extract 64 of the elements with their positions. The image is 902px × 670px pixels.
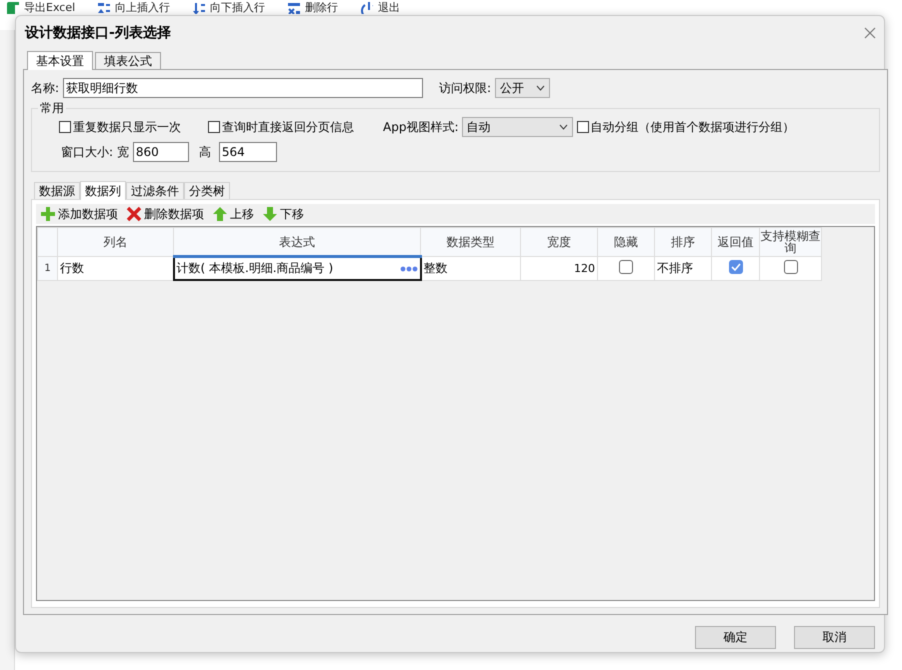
dropdown-value: 公开	[500, 80, 524, 96]
field-label: 高	[198, 144, 211, 160]
field-label: 访问权限:	[439, 80, 492, 96]
dialog-button[interactable]: 取消	[794, 626, 875, 649]
dropdown[interactable]: 自动	[462, 117, 572, 137]
delete-row-icon	[287, 1, 300, 14]
width-field[interactable]: 860	[132, 142, 189, 162]
delete-icon	[126, 206, 142, 222]
table-cell: 120	[520, 256, 598, 280]
tab[interactable]: 分类树	[184, 182, 230, 199]
spreadsheet-icon	[6, 1, 19, 14]
column-header: 数据类型	[420, 228, 520, 256]
window-title: 设计数据接口-列表选择	[25, 24, 171, 42]
checkbox[interactable]	[59, 121, 71, 133]
chevron-down-icon	[536, 85, 546, 91]
tab[interactable]: 填表公式	[95, 52, 161, 69]
row-number: 1	[38, 256, 58, 280]
checkbox-label: 查询时直接返回分页信息	[222, 118, 354, 136]
more-icon[interactable]	[400, 266, 418, 272]
column-header: 返回值	[712, 228, 760, 256]
tab[interactable]: 过滤条件	[126, 182, 184, 199]
column-header: 表达式	[174, 228, 420, 256]
checkbox[interactable]	[728, 260, 742, 274]
toolbar-label[interactable]: 导出Excel	[24, 1, 76, 14]
column-header: 列名	[58, 228, 174, 256]
toolbar-button[interactable]: 上移	[212, 206, 254, 222]
power-icon	[360, 1, 374, 14]
insert-row-above-icon	[97, 1, 110, 14]
dialog-button[interactable]: 确定	[695, 626, 776, 649]
close-icon[interactable]	[864, 27, 876, 39]
checkbox-label: 自动分组（使用首个数据项进行分组）	[590, 118, 794, 136]
height-field[interactable]: 564	[218, 142, 277, 162]
toolbar-label[interactable]: 退出	[378, 1, 400, 14]
table-cell: 不排序	[654, 256, 712, 280]
tab[interactable]: 数据列	[80, 181, 126, 200]
toolbar-label[interactable]: 删除行	[305, 1, 338, 14]
field-label: 名称:	[31, 80, 60, 96]
plus-icon	[40, 206, 56, 222]
checkbox-label: 重复数据只显示一次	[73, 118, 181, 136]
checkbox[interactable]	[619, 260, 633, 274]
table-cell: 整数	[420, 256, 520, 280]
column-header: 排序	[654, 228, 712, 256]
name-field[interactable]: 获取明细行数	[63, 78, 424, 98]
up-arrow-icon	[212, 206, 228, 222]
column-header: 隐藏	[598, 228, 654, 256]
column-header: 支持模糊查询	[760, 228, 822, 256]
down-arrow-icon	[262, 206, 278, 222]
toolbar-label[interactable]: 向上插入行	[115, 1, 170, 14]
toolbar-button[interactable]: 删除数据项	[126, 206, 204, 222]
column-header: 宽度	[520, 228, 598, 256]
dropdown[interactable]: 公开	[495, 78, 550, 98]
checkbox[interactable]	[784, 260, 798, 274]
field-label: 窗口大小: 宽	[61, 144, 129, 160]
chevron-down-icon	[558, 124, 568, 130]
checkbox[interactable]	[576, 121, 588, 133]
toolbar-button[interactable]: 添加数据项	[40, 206, 118, 222]
toolbar-label[interactable]: 向下插入行	[210, 1, 266, 14]
tab[interactable]: 基本设置	[27, 51, 93, 70]
dropdown-value: 自动	[466, 118, 490, 136]
toolbar-button[interactable]: 下移	[262, 206, 304, 222]
field-label: App视图样式:	[383, 118, 458, 136]
insert-row-below-icon	[192, 1, 206, 14]
tab[interactable]: 数据源	[34, 182, 80, 199]
checkbox[interactable]	[208, 121, 220, 133]
